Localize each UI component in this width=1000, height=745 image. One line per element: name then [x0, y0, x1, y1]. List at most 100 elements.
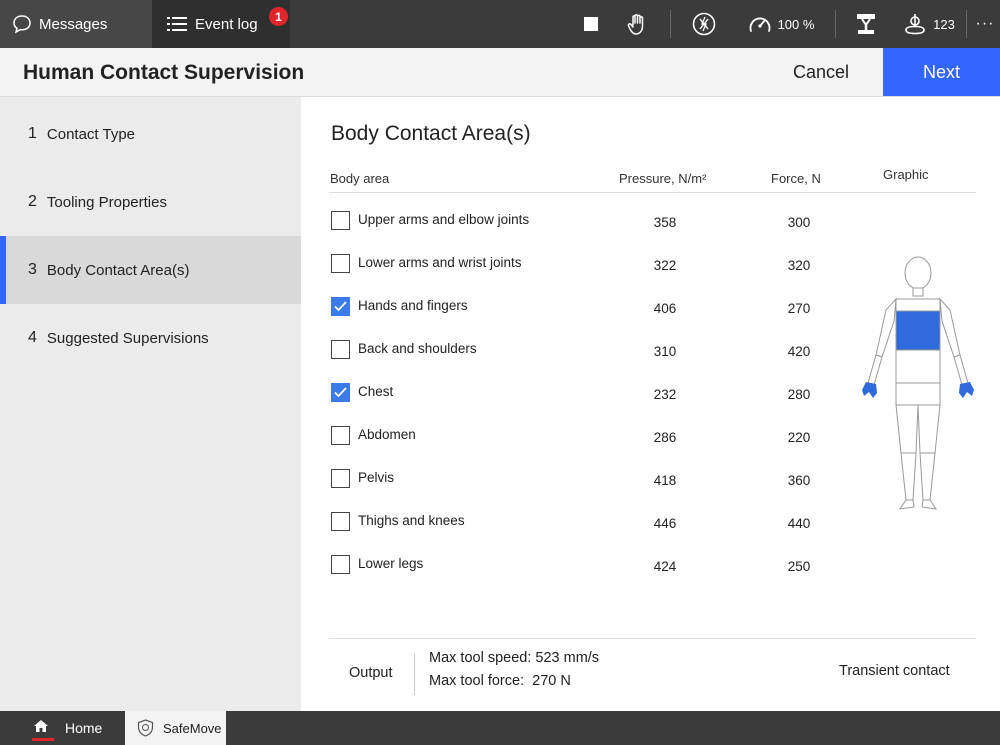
- table-row[interactable]: Pelvis 418 360: [329, 461, 849, 504]
- step-tooling-properties[interactable]: 2 Tooling Properties: [0, 168, 301, 236]
- section-title: Body Contact Area(s): [331, 122, 531, 145]
- pressure-value: 322: [653, 258, 677, 273]
- toolbar-separator: [835, 10, 836, 38]
- body-area-label: Back and shoulders: [358, 341, 477, 356]
- table-row[interactable]: Chest 232 280: [329, 375, 849, 418]
- force-value: 440: [787, 516, 811, 531]
- event-log-button[interactable]: Event log 1: [152, 0, 290, 48]
- force-value: 300: [787, 215, 811, 230]
- figure-neck: [912, 287, 924, 297]
- home-button[interactable]: Home: [0, 711, 125, 745]
- wizard-steps-sidebar: 1 Contact Type 2 Tooling Properties 3 Bo…: [0, 97, 301, 711]
- robot-button[interactable]: [846, 0, 886, 48]
- event-log-badge: 1: [269, 7, 288, 26]
- table-row[interactable]: Abdomen 286 220: [329, 418, 849, 461]
- figure-right-lower-leg: [919, 452, 936, 501]
- jog-icon: [905, 14, 925, 35]
- body-area-checkbox[interactable]: [331, 512, 350, 531]
- figure-left-lower-leg: [900, 452, 917, 501]
- column-header-force: Force, N: [771, 171, 821, 186]
- jog-value: 123: [933, 16, 955, 32]
- step-label: Body Contact Area(s): [46, 261, 190, 279]
- pressure-value: 310: [653, 344, 677, 359]
- table-row[interactable]: Thighs and knees 446 440: [329, 504, 849, 547]
- step-contact-type[interactable]: 1 Contact Type: [0, 100, 301, 168]
- body-area-checkbox[interactable]: [331, 555, 350, 574]
- table-row[interactable]: Upper arms and elbow joints 358 300: [329, 203, 849, 246]
- step-suggested-supervisions[interactable]: 4 Suggested Supervisions: [0, 304, 301, 372]
- robot-icon: [857, 14, 875, 34]
- step-body-contact-areas[interactable]: 3 Body Contact Area(s): [0, 236, 301, 304]
- max-tool-speed: Max tool speed: 523 mm/s: [429, 650, 600, 666]
- cancel-button[interactable]: Cancel: [760, 48, 882, 96]
- speed-value: 100 %: [777, 16, 815, 32]
- step-label: Suggested Supervisions: [46, 329, 209, 347]
- column-header-pressure: Pressure, N/m²: [619, 171, 707, 186]
- speed-gauge-icon: [749, 17, 770, 32]
- step-number: 3: [28, 261, 37, 278]
- status-bar: Messages Event log 1 100 % 123 ···: [0, 0, 1000, 48]
- force-value: 360: [787, 473, 811, 488]
- body-area-label: Lower arms and wrist joints: [358, 255, 522, 270]
- body-area-label: Hands and fingers: [358, 298, 468, 313]
- table-row[interactable]: Back and shoulders 310 420: [329, 332, 849, 375]
- column-header-body-area: Body area: [330, 171, 390, 186]
- body-area-checkbox[interactable]: [331, 340, 350, 359]
- max-tool-force: Max tool force: 270 N: [429, 673, 571, 689]
- hand-guide-button[interactable]: [618, 0, 658, 48]
- speed-button[interactable]: 100 %: [738, 0, 824, 48]
- body-area-checkbox[interactable]: [331, 426, 350, 445]
- figure-chest-highlight: [895, 310, 941, 351]
- pressure-value: 418: [653, 473, 677, 488]
- chat-icon: [13, 15, 31, 34]
- force-value: 320: [787, 258, 811, 273]
- home-icon: [34, 720, 48, 732]
- body-area-checkbox[interactable]: [331, 297, 350, 316]
- table-row[interactable]: Hands and fingers 406 270: [329, 289, 849, 332]
- body-area-label: Upper arms and elbow joints: [358, 212, 530, 227]
- event-log-label: Event log: [195, 15, 258, 33]
- checkmark-icon: [334, 301, 347, 312]
- body-area-label: Abdomen: [358, 427, 416, 442]
- body-area-checkbox[interactable]: [331, 254, 350, 273]
- table-row[interactable]: Lower legs 424 250: [329, 547, 849, 590]
- body-area-label: Thighs and knees: [358, 513, 465, 528]
- step-number: 1: [28, 125, 37, 142]
- hand-icon: [627, 14, 644, 35]
- main-panel: Body Contact Area(s) Body area Pressure,…: [301, 97, 1000, 711]
- figure-pelvis: [895, 382, 941, 406]
- page-header: Human Contact Supervision Cancel Next: [0, 48, 1000, 97]
- body-area-label: Chest: [358, 384, 394, 399]
- pressure-value: 446: [653, 516, 677, 531]
- figure-left-hand-highlight: [862, 382, 877, 398]
- body-area-label: Pelvis: [358, 470, 395, 485]
- next-button[interactable]: Next: [883, 48, 1000, 96]
- jog-button[interactable]: 123: [894, 0, 964, 48]
- force-value: 420: [787, 344, 811, 359]
- body-area-checkbox[interactable]: [331, 469, 350, 488]
- header-divider: [329, 192, 976, 193]
- step-number: 4: [28, 329, 37, 346]
- step-label: Contact Type: [46, 125, 136, 143]
- force-value: 220: [787, 430, 811, 445]
- stop-button[interactable]: [576, 0, 606, 48]
- body-area-checkbox[interactable]: [331, 383, 350, 402]
- pressure-value: 406: [653, 301, 677, 316]
- toolbar-separator: [670, 10, 671, 38]
- safemove-tab[interactable]: SafeMove: [125, 711, 226, 745]
- pressure-value: 424: [653, 559, 677, 574]
- more-button[interactable]: ···: [970, 0, 1000, 48]
- home-label: Home: [65, 720, 103, 736]
- checkmark-icon: [334, 387, 347, 398]
- body-area-checkbox[interactable]: [331, 211, 350, 230]
- table-row[interactable]: Lower arms and wrist joints 322 320: [329, 246, 849, 289]
- output-label: Output: [349, 665, 393, 681]
- figure-abdomen: [895, 349, 941, 384]
- body-area-label: Lower legs: [358, 556, 424, 571]
- active-indicator: [32, 738, 54, 741]
- column-header-graphic: Graphic: [883, 167, 929, 182]
- stop-icon: [584, 17, 598, 31]
- figure-left-upper-arm: [875, 297, 897, 358]
- motor-off-button[interactable]: [684, 0, 724, 48]
- messages-button[interactable]: Messages: [0, 0, 152, 48]
